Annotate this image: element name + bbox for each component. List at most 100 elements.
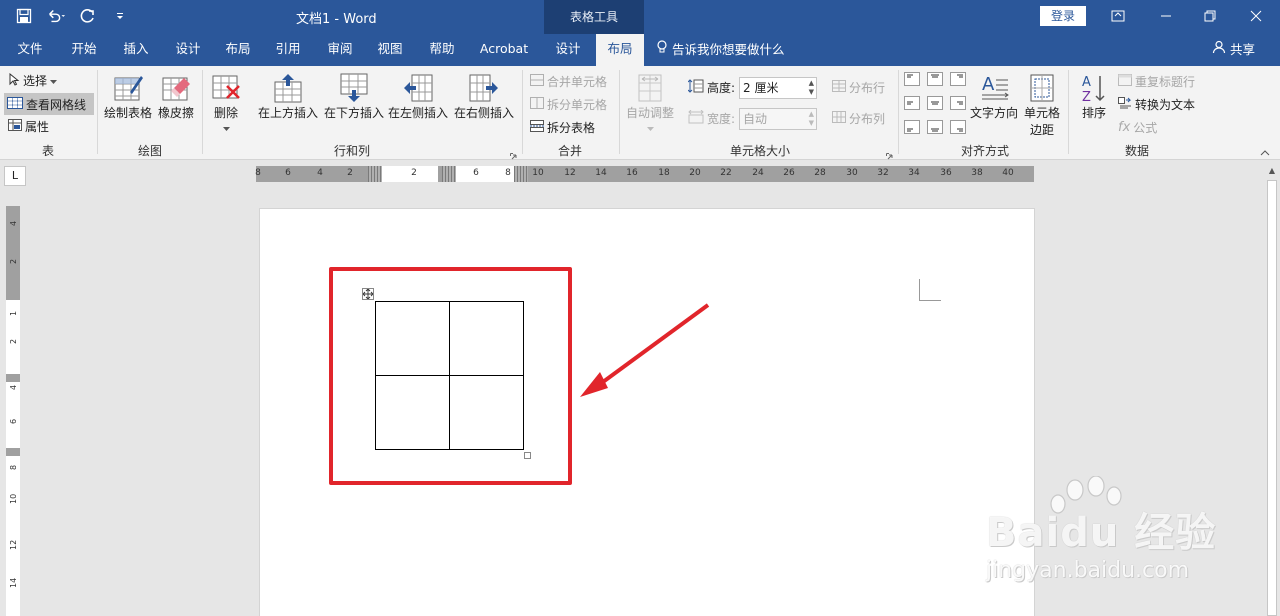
sort-button[interactable]: AZ 排序 [1074, 72, 1114, 121]
column-width-input[interactable]: 自动 ▲ ▼ [739, 108, 817, 130]
align-bottom-right-icon[interactable] [950, 120, 966, 137]
close-icon[interactable] [1244, 6, 1268, 26]
ruler-row-marker[interactable] [6, 374, 20, 382]
ribbon-display-options-icon[interactable] [1106, 6, 1130, 26]
scroll-up-icon[interactable]: ▲ [1267, 166, 1277, 176]
split-cells-button[interactable]: 拆分单元格 [530, 96, 607, 113]
group-label-rows-cols: 行和列 [333, 144, 370, 158]
delete-button[interactable]: 删除 [206, 72, 246, 135]
insert-below-button[interactable]: 在下方插入 [322, 72, 386, 121]
convert-to-text-label: 转换为文本 [1135, 98, 1196, 112]
ruler-column-marker[interactable] [442, 166, 456, 182]
tab-layout[interactable]: 布局 [216, 34, 260, 66]
scrollbar-thumb[interactable] [1267, 180, 1277, 616]
share-label: 共享 [1230, 42, 1256, 57]
insert-left-button[interactable]: 在左侧插入 [386, 72, 450, 121]
ruler-tick: 6 [473, 168, 479, 178]
distribute-rows-label: 分布行 [849, 81, 886, 95]
separator [898, 70, 899, 154]
ruler-tick: 10 [532, 168, 544, 178]
redo-icon[interactable] [78, 6, 98, 26]
tab-file[interactable]: 文件 [8, 34, 52, 66]
split-table-button[interactable]: 拆分表格 [530, 119, 595, 136]
ruler-tick: 10 [9, 493, 18, 504]
tab-insert[interactable]: 插入 [114, 34, 158, 66]
tab-help[interactable]: 帮助 [420, 34, 464, 66]
tab-selector[interactable]: L [4, 166, 26, 186]
vertical-scrollbar[interactable]: ▲ [1264, 164, 1280, 616]
cell-margins-button[interactable]: 单元格 边距 [1020, 72, 1064, 138]
ruler-tick: 24 [752, 168, 764, 178]
align-middle-center-icon[interactable] [927, 96, 943, 113]
watermark-brand: Baidu 经验 [986, 500, 1216, 558]
tab-home[interactable]: 开始 [62, 34, 106, 66]
tell-me-box[interactable]: 告诉我你想要做什么 [656, 34, 785, 66]
tab-table-layout[interactable]: 布局 [596, 34, 644, 66]
customize-qat-icon[interactable] [110, 6, 130, 26]
distribute-rows-button[interactable]: 分布行 [832, 79, 885, 96]
text-direction-label: 文字方向 [969, 106, 1018, 120]
tab-review[interactable]: 审阅 [318, 34, 362, 66]
align-middle-right-icon[interactable] [950, 96, 966, 113]
formula-icon: fx [1118, 120, 1131, 135]
minimize-icon[interactable] [1154, 6, 1178, 26]
ruler-column-marker[interactable] [368, 166, 382, 182]
save-icon[interactable] [14, 6, 34, 26]
login-button[interactable]: 登录 [1040, 6, 1086, 26]
undo-icon[interactable] [46, 6, 66, 26]
properties-label: 属性 [25, 120, 50, 134]
formula-label: 公式 [1133, 121, 1158, 135]
text-direction-button[interactable]: A 文字方向 [968, 72, 1020, 121]
ruler-row-marker[interactable] [6, 448, 20, 456]
select-button[interactable]: 选择 [8, 72, 58, 89]
tab-view[interactable]: 视图 [368, 34, 412, 66]
draw-table-button[interactable]: 绘制表格 [102, 72, 154, 121]
merge-cells-button[interactable]: 合并单元格 [530, 73, 607, 90]
vertical-ruler[interactable]: 4 2 1 2 4 6 8 10 12 14 [6, 206, 20, 616]
dialog-launcher-icon[interactable] [886, 150, 894, 160]
collapse-ribbon-icon[interactable] [1260, 146, 1270, 160]
convert-to-text-button[interactable]: 转换为文本 [1118, 96, 1195, 113]
tell-me-label: 告诉我你想要做什么 [672, 42, 785, 57]
ruler-tick: 4 [9, 220, 18, 226]
autofit-button[interactable]: 自动调整 [622, 72, 678, 135]
row-height-spinner[interactable]: ▲ ▼ [809, 79, 814, 97]
column-width-spinner[interactable]: ▲ ▼ [809, 110, 814, 128]
align-bottom-center-icon[interactable] [927, 120, 943, 137]
align-bottom-left-icon[interactable] [904, 120, 920, 137]
draw-table-icon [112, 72, 144, 104]
share-button[interactable]: 共享 [1212, 34, 1255, 66]
properties-button[interactable]: 属性 [8, 118, 49, 135]
tab-references[interactable]: 引用 [266, 34, 310, 66]
distribute-cols-button[interactable]: 分布列 [832, 110, 885, 127]
ruler-tick: 6 [9, 418, 18, 424]
align-top-right-icon[interactable] [950, 72, 966, 89]
ruler-tick: 36 [940, 168, 952, 178]
insert-above-button[interactable]: 在上方插入 [256, 72, 320, 121]
watermark-brand-part1: Bai [986, 510, 1061, 556]
view-gridlines-button[interactable]: 查看网格线 [4, 93, 94, 115]
tab-table-design[interactable]: 设计 [546, 34, 590, 66]
row-height-input[interactable]: 2 厘米 ▲ ▼ [739, 77, 817, 99]
restore-icon[interactable] [1198, 6, 1222, 26]
insert-right-button[interactable]: 在右侧插入 [452, 72, 516, 121]
group-label-alignment: 对齐方式 [960, 144, 1009, 158]
formula-button[interactable]: fx 公式 [1118, 119, 1157, 136]
width-label: 宽度: [707, 112, 736, 126]
horizontal-ruler[interactable]: 8 6 4 2 2 6 8 10 12 14 16 18 20 22 24 26… [255, 166, 1034, 182]
ruler-tick: 16 [626, 168, 638, 178]
repeat-header-button[interactable]: 重复标题行 [1118, 73, 1195, 90]
tab-acrobat[interactable]: Acrobat [474, 34, 534, 66]
ruler-column-marker[interactable] [514, 166, 528, 182]
cell-margins-icon [1026, 72, 1058, 104]
person-icon [1212, 35, 1226, 65]
dialog-launcher-icon[interactable] [510, 150, 518, 160]
align-top-left-icon[interactable] [904, 72, 920, 89]
ruler-tick: 34 [908, 168, 920, 178]
distribute-cols-icon [832, 111, 846, 126]
eraser-button[interactable]: 橡皮擦 [154, 72, 198, 121]
align-middle-left-icon[interactable] [904, 96, 920, 113]
autofit-label: 自动调整 [625, 106, 674, 120]
align-top-center-icon[interactable] [927, 72, 943, 89]
tab-design[interactable]: 设计 [166, 34, 210, 66]
